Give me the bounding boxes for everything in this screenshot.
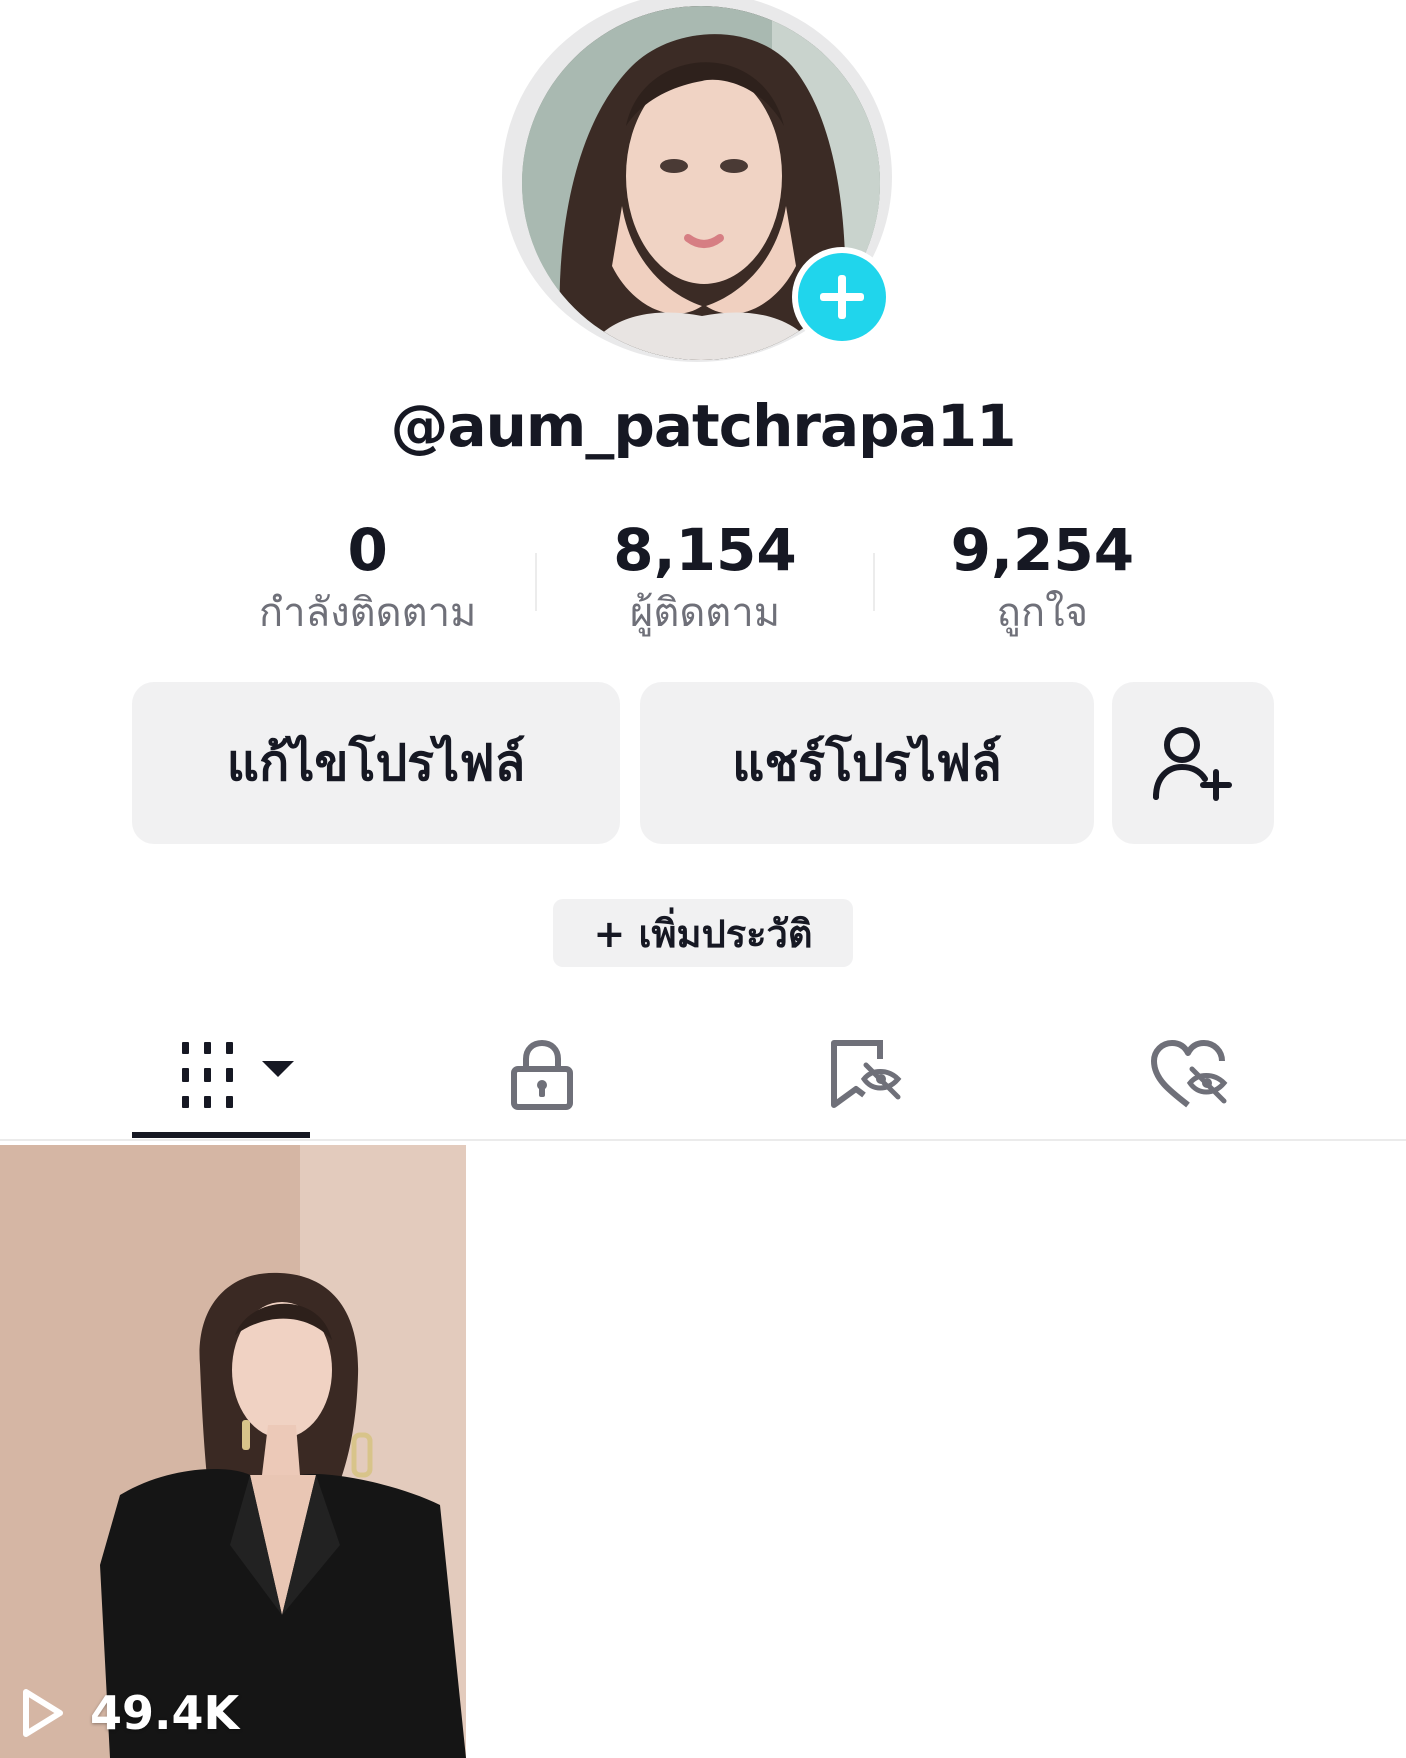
stat-likes-label: ถูกใจ xyxy=(996,590,1089,636)
stat-likes[interactable]: 9,254 ถูกใจ xyxy=(875,515,1210,641)
video-views: 49.4K xyxy=(90,1686,240,1740)
stat-followers[interactable]: 8,154 ผู้ติดตาม xyxy=(537,515,872,641)
heart-hidden-icon xyxy=(1151,1040,1228,1108)
stat-followers-label: ผู้ติดตาม xyxy=(629,590,781,636)
username[interactable]: @aum_patchrapa11 xyxy=(0,392,1406,460)
add-friend-button[interactable] xyxy=(1112,682,1274,844)
stat-following-label: กำลังติดตาม xyxy=(258,590,477,636)
play-icon xyxy=(20,1688,64,1738)
add-bio-button[interactable]: + เพิ่มประวัติ xyxy=(553,899,853,967)
profile-tabs xyxy=(0,1010,1406,1140)
edit-profile-button[interactable]: แก้ไขโปรไฟล์ xyxy=(132,682,620,844)
add-friend-icon xyxy=(1153,727,1232,801)
profile-stats: 0 กำลังติดตาม 8,154 ผู้ติดตาม 9,254 ถูกใ… xyxy=(200,515,1210,650)
plus-icon xyxy=(820,275,864,319)
video-thumbnail-image xyxy=(0,1145,466,1758)
stat-following-count: 0 xyxy=(347,516,388,584)
stat-likes-count: 9,254 xyxy=(950,516,1135,584)
add-avatar-button[interactable] xyxy=(792,247,892,347)
video-view-count: 49.4K xyxy=(20,1678,239,1748)
video-thumbnail[interactable]: 49.4K xyxy=(0,1145,466,1758)
stat-following[interactable]: 0 กำลังติดตาม xyxy=(200,515,535,641)
stat-followers-count: 8,154 xyxy=(613,516,797,584)
tab-active-indicator xyxy=(132,1132,310,1138)
tabs-divider xyxy=(0,1139,1406,1141)
lock-icon xyxy=(511,1039,573,1110)
tab-saved[interactable] xyxy=(786,1010,946,1140)
bookmark-hidden-icon xyxy=(831,1040,902,1108)
grid-icon xyxy=(182,1042,233,1108)
tab-liked[interactable] xyxy=(1110,1010,1270,1140)
chevron-down-icon[interactable] xyxy=(258,1055,298,1085)
tab-private[interactable] xyxy=(462,1010,622,1140)
tab-videos[interactable] xyxy=(132,1010,310,1140)
video-grid: 49.4K xyxy=(0,1145,1406,1758)
profile-avatar[interactable] xyxy=(502,0,904,374)
share-profile-button[interactable]: แชร์โปรไฟล์ xyxy=(640,682,1094,844)
